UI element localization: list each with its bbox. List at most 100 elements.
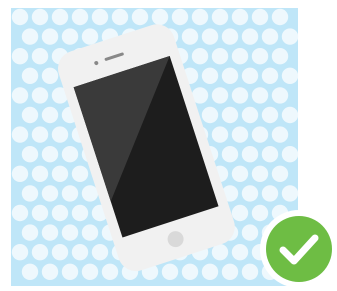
bubble [11,165,29,182]
bubble [21,263,39,280]
bubble [261,67,279,85]
bubble [31,126,49,143]
bubble [241,106,259,124]
bubble [251,48,269,65]
bubble [71,244,89,261]
bubble [91,244,109,261]
bubble [21,28,39,45]
bubble [231,48,249,65]
bubble [81,28,99,45]
bubble [221,146,239,163]
bubble [191,48,209,65]
bubble [41,146,59,163]
bubble [241,28,259,45]
bubble [11,244,29,261]
bubble [31,8,49,26]
bubble [131,8,149,26]
bubble [261,106,279,124]
bubble [271,165,289,182]
bubble [51,244,69,261]
bubble [281,67,299,85]
bubble [241,67,259,85]
bubble [161,263,179,280]
bubble [31,165,49,182]
bubble [61,263,79,280]
bubble [221,67,239,85]
bubble [281,28,299,45]
bubble [211,48,229,65]
bubble [31,244,49,261]
bubble [81,185,99,202]
bubble [151,8,169,26]
bubble [31,48,49,65]
bubble [71,165,89,182]
bubble [221,28,239,45]
bubble [181,263,199,280]
bubble [241,224,259,241]
illustration-canvas [11,8,337,288]
bubble [41,224,59,241]
bubble [101,263,119,280]
bubble [201,106,219,124]
bubble [271,8,289,26]
bubble [51,126,69,143]
bubble [231,204,249,222]
bubble [61,28,79,45]
bubble [11,87,29,104]
bubble [41,185,59,202]
bubble [71,8,89,26]
bubble [11,8,29,26]
bubble [61,185,79,202]
bubble [281,146,299,163]
bubble [231,8,249,26]
bubble [271,126,289,143]
bubble [31,87,49,104]
bubble [51,204,69,222]
illustration [0,0,337,291]
bubble [231,87,249,104]
bubble [81,224,99,241]
bubble [31,204,49,222]
bubble [171,8,189,26]
bubble [41,28,59,45]
bubble [21,224,39,241]
bubble [251,87,269,104]
check-badge [260,210,337,288]
bubble [261,28,279,45]
bubble [251,8,269,26]
bubble [201,28,219,45]
bubble [111,8,129,26]
bubble [231,126,249,143]
bubble [11,126,29,143]
bubble [241,185,259,202]
bubble [21,106,39,124]
bubble [191,8,209,26]
bubble [201,67,219,85]
bubble [211,126,229,143]
bubble [71,204,89,222]
bubble [41,106,59,124]
bubble [181,28,199,45]
bubble [41,263,59,280]
bubble [271,87,289,104]
bubble [281,185,299,202]
bubble [21,146,39,163]
bubble [231,244,249,261]
bubble [61,146,79,163]
bubble [221,106,239,124]
bubble [91,8,109,26]
bubble [11,48,29,65]
bubble [261,185,279,202]
bubble [211,87,229,104]
bubble [21,185,39,202]
bubble [241,146,259,163]
bubble [271,48,289,65]
bubble [251,165,269,182]
bubble [41,67,59,85]
bubble [281,106,299,124]
bubble [241,263,259,280]
bubble [251,204,269,222]
bubble [11,204,29,222]
bubble [201,263,219,280]
bubble [231,165,249,182]
